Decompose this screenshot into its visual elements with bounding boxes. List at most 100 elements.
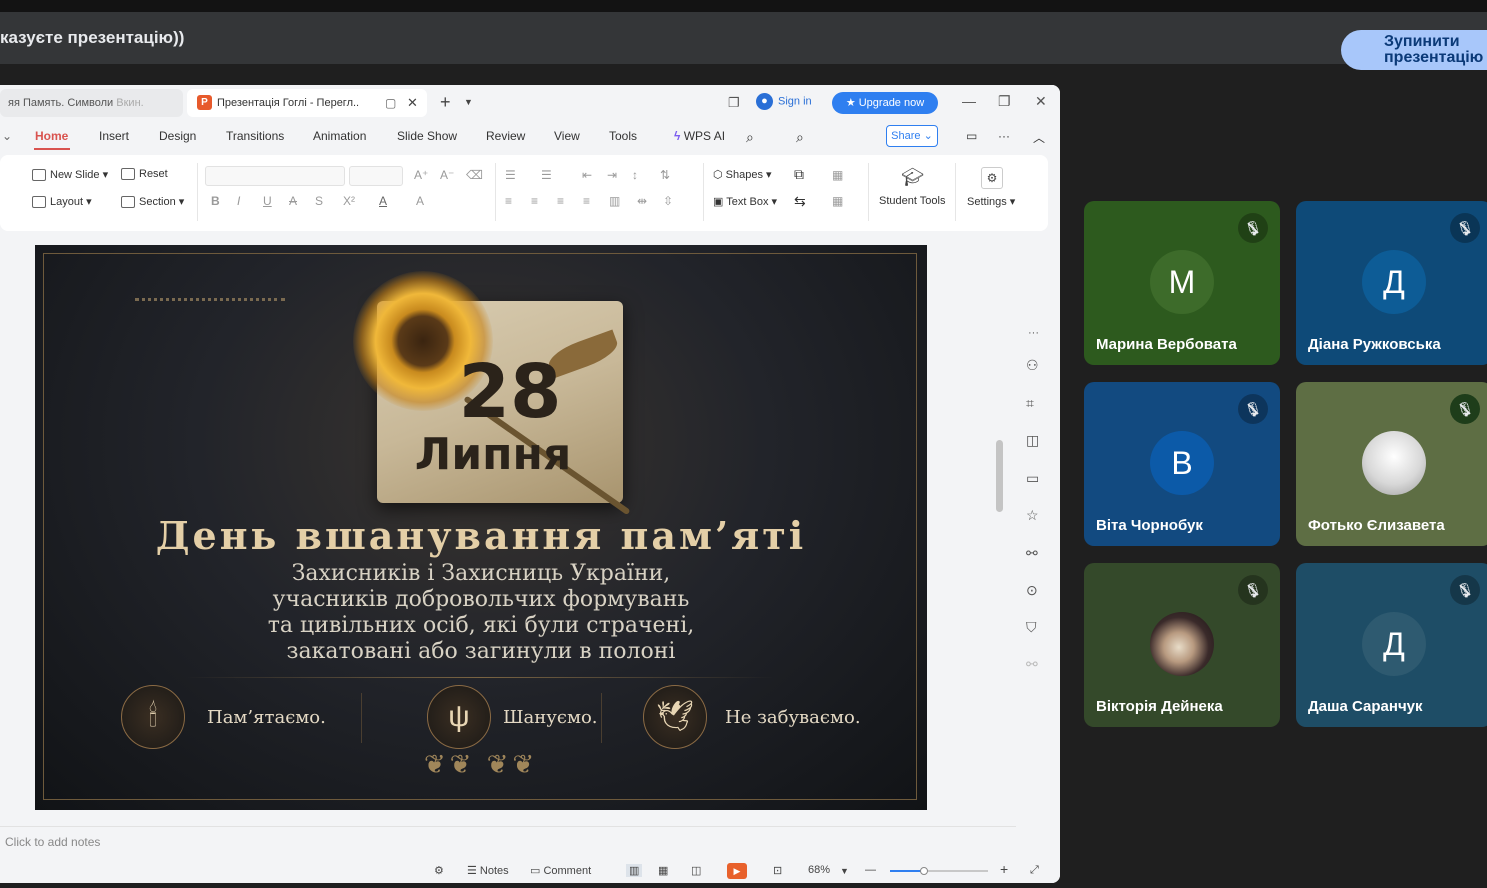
tab-window-icon[interactable]: ▢ (385, 96, 396, 110)
justify-icon[interactable]: ≡ (583, 194, 590, 208)
layout-button[interactable]: Layout ▾ (32, 195, 92, 209)
text-direction-icon[interactable]: ⇅ (660, 168, 670, 182)
text-box-button[interactable]: ▣ Text Box ▾ (713, 195, 777, 208)
document-tab-1[interactable]: яя Память. Символи Вкин. (0, 89, 183, 117)
collaborate-icon[interactable]: ⚇ (1026, 357, 1039, 374)
wps-ai-button[interactable]: ϟ WPS AI (674, 129, 725, 143)
menu-view[interactable]: View (554, 129, 580, 143)
zoom-dropdown-icon[interactable]: ▼ (840, 866, 849, 876)
favorite-icon[interactable]: ☆ (1026, 507, 1039, 524)
settings-button[interactable]: Settings ▾ (967, 195, 1015, 208)
collapse-ribbon-icon[interactable]: ︿ (1033, 129, 1045, 146)
shapes-panel-icon[interactable]: ◫ (1026, 432, 1039, 449)
comment-toggle[interactable]: ▭ Comment (530, 864, 591, 877)
normal-view-icon[interactable]: ▥ (626, 864, 643, 877)
new-tab-icon[interactable]: + (440, 92, 451, 113)
comment-panel-icon[interactable]: ▭ (1026, 470, 1039, 487)
animation-panel-icon[interactable]: ⚯ (1026, 545, 1038, 562)
zoom-in-icon[interactable]: + (1000, 861, 1008, 877)
new-tab-dropdown-icon[interactable]: ▼ (464, 97, 473, 107)
underline-icon[interactable]: U (263, 194, 272, 208)
select-icon[interactable]: ▦ (832, 194, 843, 208)
align-center-icon[interactable]: ≡ (531, 194, 538, 208)
fit-slide-icon[interactable]: ⊡ (773, 864, 782, 877)
decrease-font-icon[interactable]: A⁻ (440, 168, 454, 182)
line-spacing-icon[interactable]: ↕ (632, 168, 638, 182)
slide-canvas[interactable]: 28 Липня День вшанування пам’яті Захисни… (35, 245, 927, 810)
clear-format-icon[interactable]: ⌫ (466, 168, 483, 182)
menu-chevron-icon[interactable]: ⌄ (2, 129, 12, 143)
menu-review[interactable]: Review (486, 129, 525, 143)
new-slide-button[interactable]: New Slide ▾ (32, 168, 108, 182)
fullscreen-icon[interactable]: ⤢ (1030, 864, 1039, 877)
sign-in-link[interactable]: ● Sign in (756, 93, 812, 110)
reading-view-icon[interactable]: ◫ (691, 864, 701, 877)
vertical-scrollbar[interactable] (996, 440, 1003, 512)
replace-icon[interactable]: ⇆ (794, 193, 806, 210)
distribute-icon[interactable]: ⇹ (637, 194, 647, 208)
security-icon[interactable]: ⛉ (1026, 619, 1037, 636)
increase-font-icon[interactable]: A⁺ (414, 168, 428, 182)
window-list-icon[interactable]: ❐ (728, 95, 740, 111)
menu-home[interactable]: Home (35, 129, 68, 143)
menu-insert[interactable]: Insert (99, 129, 129, 143)
menu-tools[interactable]: Tools (609, 129, 637, 143)
section-button[interactable]: Section ▾ (121, 195, 184, 209)
numbering-icon[interactable]: ☰ (541, 168, 552, 182)
restore-icon[interactable]: ❐ (998, 93, 1011, 110)
zoom-out-icon[interactable]: — (865, 864, 876, 876)
participant-tile[interactable]: 🎙︎ М Марина Вербовата (1084, 201, 1280, 365)
share-button[interactable]: Share ⌄ (886, 125, 938, 147)
participant-tile[interactable]: 🎙︎ Д Даша Саранчук (1296, 563, 1487, 727)
find-icon[interactable]: ⌕ (746, 129, 754, 146)
font-color-icon[interactable]: A (379, 194, 387, 208)
backup-icon[interactable]: ⊙ (1026, 582, 1038, 599)
menu-animation[interactable]: Animation (313, 129, 366, 143)
play-slideshow-icon[interactable]: ▶ (727, 863, 747, 879)
bullets-icon[interactable]: ☰ (505, 168, 516, 182)
indent-icon[interactable]: ⇤ (582, 168, 592, 182)
slide-sorter-icon[interactable]: ▦ (658, 864, 668, 877)
align-left-icon[interactable]: ≡ (505, 194, 512, 208)
upgrade-button[interactable]: ★ Upgrade now (832, 92, 938, 114)
participant-tile[interactable]: 🎙︎ Д Діана Ружковська (1296, 201, 1487, 365)
participant-tile[interactable]: 🎙︎ Фотько Єлизавета (1296, 382, 1487, 546)
minimize-icon[interactable]: — (962, 93, 976, 109)
bold-icon[interactable]: B (211, 194, 220, 208)
menu-transitions[interactable]: Transitions (226, 129, 284, 143)
accessibility-icon[interactable]: ⚙ (434, 864, 444, 877)
zoom-level[interactable]: 68% (808, 864, 830, 876)
strikethrough-icon[interactable]: A (289, 194, 297, 208)
search-icon[interactable]: ⌕ (796, 129, 804, 146)
notes-toggle[interactable]: ☰ Notes (467, 864, 509, 877)
outdent-icon[interactable]: ⇥ (607, 168, 617, 182)
shadow-icon[interactable]: S (315, 194, 323, 208)
zoom-slider-handle[interactable] (920, 867, 928, 875)
vertical-align-icon[interactable]: ⇳ (663, 194, 673, 208)
arrange-icon[interactable]: ⧉ (794, 166, 804, 183)
document-tab-active[interactable]: P Презентація Гоглі - Перегл.. ▢ ✕ (187, 89, 427, 117)
student-tools-button[interactable]: Student Tools (879, 195, 945, 207)
participant-tile[interactable]: 🎙︎ В Віта Чорнобук (1084, 382, 1280, 546)
picture-icon[interactable]: ▦ (832, 168, 843, 182)
columns-icon[interactable]: ▥ (609, 194, 620, 208)
design-tool-icon[interactable]: ⌗ (1026, 395, 1034, 412)
stop-presenting-button[interactable]: Зупинити презентацію (1341, 30, 1487, 70)
align-right-icon[interactable]: ≡ (557, 194, 564, 208)
menu-design[interactable]: Design (159, 129, 196, 143)
font-family-select[interactable] (205, 166, 345, 186)
more-tools-icon[interactable]: ··· (1028, 327, 1039, 339)
reset-button[interactable]: Reset (121, 168, 168, 181)
more-icon[interactable]: ··· (998, 129, 1010, 143)
notes-pane[interactable]: Click to add notes (0, 826, 1016, 858)
comments-icon[interactable]: ▭ (966, 129, 977, 143)
highlight-icon[interactable]: A (416, 194, 424, 208)
participant-tile[interactable]: 🎙︎ Вікторія Дейнека (1084, 563, 1280, 727)
shapes-button[interactable]: ⬡ Shapes ▾ (713, 168, 772, 181)
italic-icon[interactable]: I (237, 194, 240, 208)
font-size-select[interactable] (349, 166, 403, 186)
close-window-icon[interactable]: ✕ (1035, 93, 1047, 110)
superscript-icon[interactable]: X² (343, 194, 355, 208)
menu-slide-show[interactable]: Slide Show (397, 129, 457, 143)
tab-close-icon[interactable]: ✕ (407, 95, 418, 111)
